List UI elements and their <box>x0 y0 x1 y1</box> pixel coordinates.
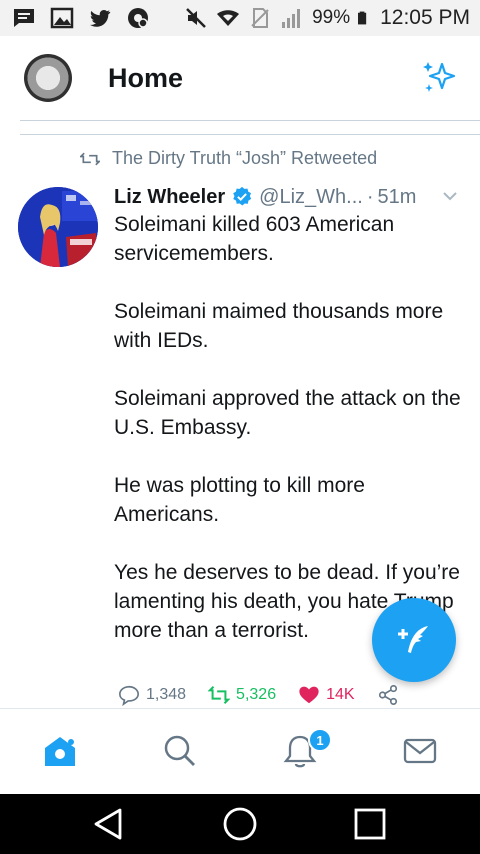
search-icon[interactable] <box>162 733 198 769</box>
header-separator: · <box>366 185 374 208</box>
tweet-body: Soleimani killed 603 American servicemem… <box>114 213 461 642</box>
tweet-header: Liz Wheeler @Liz_Wh... · 51m <box>114 182 464 212</box>
like-button[interactable]: 14K <box>298 684 355 706</box>
chevron-down-icon[interactable] <box>440 186 460 206</box>
no-sim-icon <box>251 8 269 28</box>
reply-count: 1,348 <box>146 686 187 703</box>
wifi-icon <box>217 10 240 26</box>
profile-avatar[interactable] <box>24 54 72 102</box>
author-avatar[interactable] <box>18 187 98 267</box>
tweet-timestamp[interactable]: 51m <box>377 186 416 209</box>
app-notification-icon <box>128 8 148 28</box>
like-count: 14K <box>326 686 355 703</box>
heart-icon <box>299 686 319 704</box>
signal-icon <box>282 9 301 28</box>
reply-icon <box>119 685 139 706</box>
sparkle-icon[interactable] <box>420 58 458 96</box>
top-app-bar: Home <box>0 36 480 122</box>
status-bar: 99% 12:05 PM <box>0 0 480 36</box>
share-button[interactable] <box>377 684 399 706</box>
retweet-count: 5,326 <box>236 686 277 703</box>
gallery-icon <box>50 7 74 29</box>
back-icon[interactable] <box>90 806 126 842</box>
messages-envelope-icon[interactable] <box>402 733 438 769</box>
recent-apps-icon[interactable] <box>352 806 388 842</box>
verified-badge-icon <box>233 186 252 206</box>
status-notifications <box>12 6 150 30</box>
message-icon <box>14 9 34 27</box>
share-icon <box>378 685 397 705</box>
page-title: Home <box>108 63 184 93</box>
timeline-divider <box>20 134 480 135</box>
twitter-bird-icon <box>90 9 111 27</box>
compose-tweet-button[interactable] <box>372 598 456 682</box>
compose-feather-icon <box>398 626 428 653</box>
tweet-actions: 1,348 5,326 14K <box>118 680 438 710</box>
notification-badge: 1 <box>308 728 332 752</box>
retweeted-by-text[interactable]: The Dirty Truth “Josh” Retweeted <box>112 148 377 169</box>
retweet-icon <box>80 152 100 165</box>
mute-icon <box>186 8 206 28</box>
retweet-button[interactable]: 5,326 <box>208 684 276 706</box>
retweet-context: The Dirty Truth “Josh” Retweeted <box>80 148 377 169</box>
author-handle[interactable]: @Liz_Wh... <box>259 186 363 209</box>
retweet-action-icon <box>208 686 231 704</box>
system-navigation-bar <box>0 794 480 854</box>
author-photo <box>18 187 98 267</box>
status-system: 99% 12:05 PM <box>184 6 470 30</box>
header-divider <box>20 120 480 121</box>
author-name[interactable]: Liz Wheeler <box>114 186 225 209</box>
status-time: 12:05 PM <box>380 6 470 29</box>
reply-button[interactable]: 1,348 <box>118 684 186 706</box>
battery-percent: 99% <box>312 7 351 28</box>
bottom-tab-bar: 1 <box>0 708 480 795</box>
home-icon[interactable] <box>42 733 78 769</box>
battery-icon <box>358 11 367 25</box>
home-circle-icon[interactable] <box>222 806 258 842</box>
